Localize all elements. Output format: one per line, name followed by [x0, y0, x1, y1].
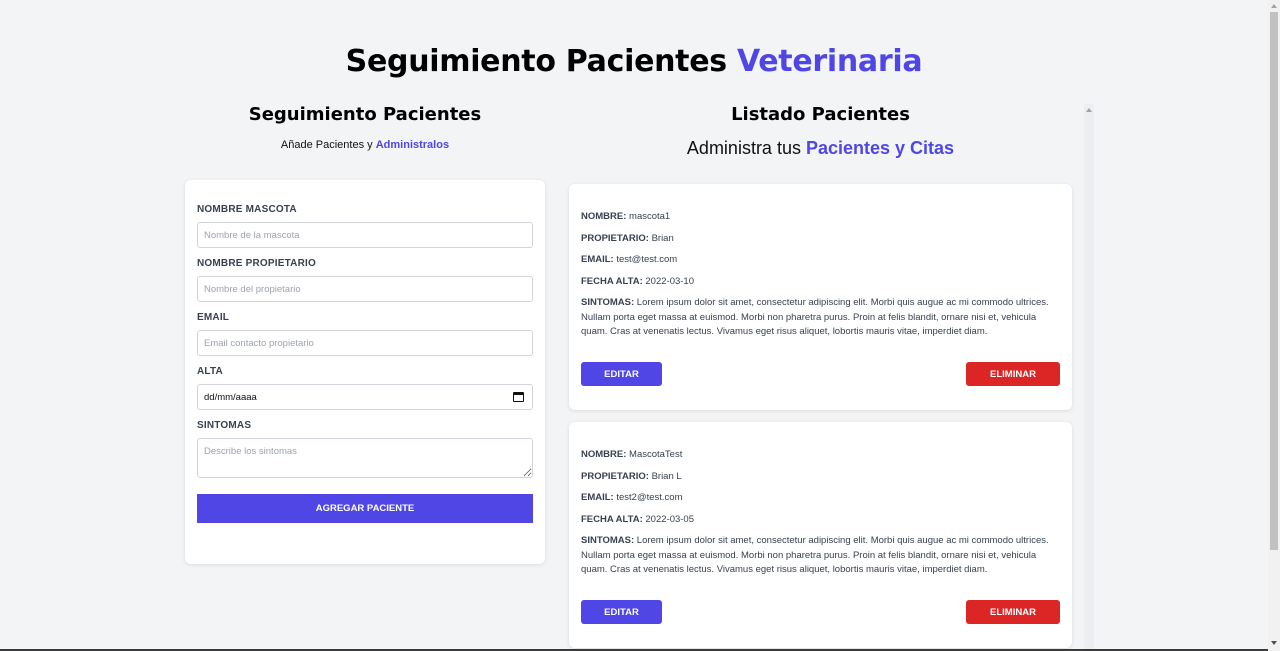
page-title-main: Seguimiento Pacientes: [345, 44, 727, 79]
edit-button[interactable]: Editar: [581, 600, 662, 624]
list-subtitle-text: Administra tus: [686, 138, 801, 158]
list-section-title: Listado Pacientes: [731, 104, 910, 125]
list-subtitle-accent: Pacientes y Citas: [805, 138, 955, 158]
date-label: Alta: [197, 366, 223, 377]
form-section: Seguimiento Pacientes Añade Pacientes y …: [185, 104, 545, 564]
form-subtitle-accent: Administralos: [375, 139, 450, 151]
owner-name-label: Nombre Propietario: [197, 258, 316, 269]
delete-button[interactable]: Eliminar: [966, 600, 1060, 624]
window-scrollbar[interactable]: [1268, 0, 1280, 651]
date-field-group: Alta dd/mm/aaaa: [197, 366, 533, 410]
patient-symptoms-row: Sintomas: Lorem ipsum dolor sit amet, co…: [581, 534, 1060, 578]
patient-email-row: Email: test2@test.com: [581, 491, 1060, 506]
symptoms-label: Sintomas: [197, 420, 252, 431]
patient-email-value: test@test.com: [616, 254, 678, 265]
form-section-subtitle: Añade Pacientes y Administralos: [185, 139, 545, 151]
email-input[interactable]: [197, 330, 533, 356]
patient-actions: Editar Eliminar: [581, 600, 1060, 624]
patient-owner-row: Propietario: Brian L: [581, 470, 1060, 485]
patient-owner-value: Brian: [651, 232, 674, 244]
symptoms-field-group: Sintomas: [197, 420, 533, 478]
list-section: Listado Pacientes Administra tus Pacient…: [569, 104, 1072, 651]
patient-card: Nombre: MascotaTest Propietario: Brian L…: [569, 422, 1072, 648]
email-field-group: Email: [197, 312, 533, 356]
patient-date-value: 2022-03-05: [645, 513, 694, 525]
patient-card: Nombre: mascota1 Propietario: Brian Emai…: [569, 184, 1072, 410]
page-title-accent: Veterinaria: [736, 44, 923, 79]
scroll-up-arrow-icon[interactable]: [1271, 4, 1277, 8]
patient-owner-value: Brian L: [651, 470, 682, 482]
pet-name-field-group: Nombre Mascota: [197, 204, 533, 248]
date-input[interactable]: dd/mm/aaaa: [197, 384, 533, 410]
window-scrollbar-thumb[interactable]: [1270, 12, 1278, 550]
patient-date-key: Fecha Alta:: [581, 275, 643, 287]
pet-name-label: Nombre Mascota: [197, 204, 297, 215]
form-subtitle-text: Añade Pacientes y: [280, 139, 373, 151]
page-title: Seguimiento Pacientes Veterinaria: [0, 44, 1268, 79]
patient-date-value: 2022-03-10: [645, 275, 694, 287]
patient-email-row: Email: test@test.com: [581, 253, 1060, 268]
patient-symptoms-value: Lorem ipsum dolor sit amet, consectetur …: [581, 297, 1049, 337]
patient-owner-key: Propietario:: [581, 470, 649, 482]
list-scrollbar[interactable]: [1084, 104, 1094, 651]
patient-actions: Editar Eliminar: [581, 362, 1060, 386]
list-section-subtitle: Administra tus Pacientes y Citas: [569, 138, 1072, 159]
owner-name-input[interactable]: [197, 276, 533, 302]
scroll-down-arrow-icon[interactable]: [1271, 641, 1277, 645]
patient-email-value: test2@test.com: [616, 492, 683, 503]
owner-name-field-group: Nombre Propietario: [197, 258, 533, 302]
patient-date-row: Fecha Alta: 2022-03-05: [581, 513, 1060, 528]
calendar-icon[interactable]: [513, 392, 524, 402]
patient-name-row: Nombre: MascotaTest: [581, 448, 1060, 463]
patient-date-row: Fecha Alta: 2022-03-10: [581, 275, 1060, 290]
patient-name-row: Nombre: mascota1: [581, 210, 1060, 225]
form-section-title: Seguimiento Pacientes: [248, 104, 482, 125]
add-patient-button[interactable]: Agregar Paciente: [197, 494, 533, 523]
patient-symptoms-value: Lorem ipsum dolor sit amet, consectetur …: [581, 535, 1049, 575]
email-label: Email: [197, 312, 230, 323]
patient-email-key: Email:: [581, 254, 614, 265]
list-scroll-up-arrow-icon[interactable]: [1086, 108, 1092, 112]
patient-form: Nombre Mascota Nombre Propietario Email …: [185, 180, 545, 564]
patient-symptoms-row: Sintomas: Lorem ipsum dolor sit amet, co…: [581, 296, 1060, 340]
patient-symptoms-key: Sintomas:: [581, 297, 635, 308]
patient-name-key: Nombre:: [581, 211, 627, 222]
patient-date-key: Fecha Alta:: [581, 513, 643, 525]
patient-name-value: mascota1: [629, 211, 671, 222]
patient-name-value: MascotaTest: [629, 449, 683, 460]
edit-button[interactable]: Editar: [581, 362, 662, 386]
patient-owner-row: Propietario: Brian: [581, 232, 1060, 247]
patient-owner-key: Propietario:: [581, 232, 649, 244]
symptoms-textarea[interactable]: [197, 438, 533, 478]
date-input-text: dd/mm/aaaa: [204, 392, 257, 403]
delete-button[interactable]: Eliminar: [966, 362, 1060, 386]
patient-email-key: Email:: [581, 492, 614, 503]
pet-name-input[interactable]: [197, 222, 533, 248]
patient-symptoms-key: Sintomas:: [581, 535, 635, 546]
patient-name-key: Nombre:: [581, 449, 627, 460]
